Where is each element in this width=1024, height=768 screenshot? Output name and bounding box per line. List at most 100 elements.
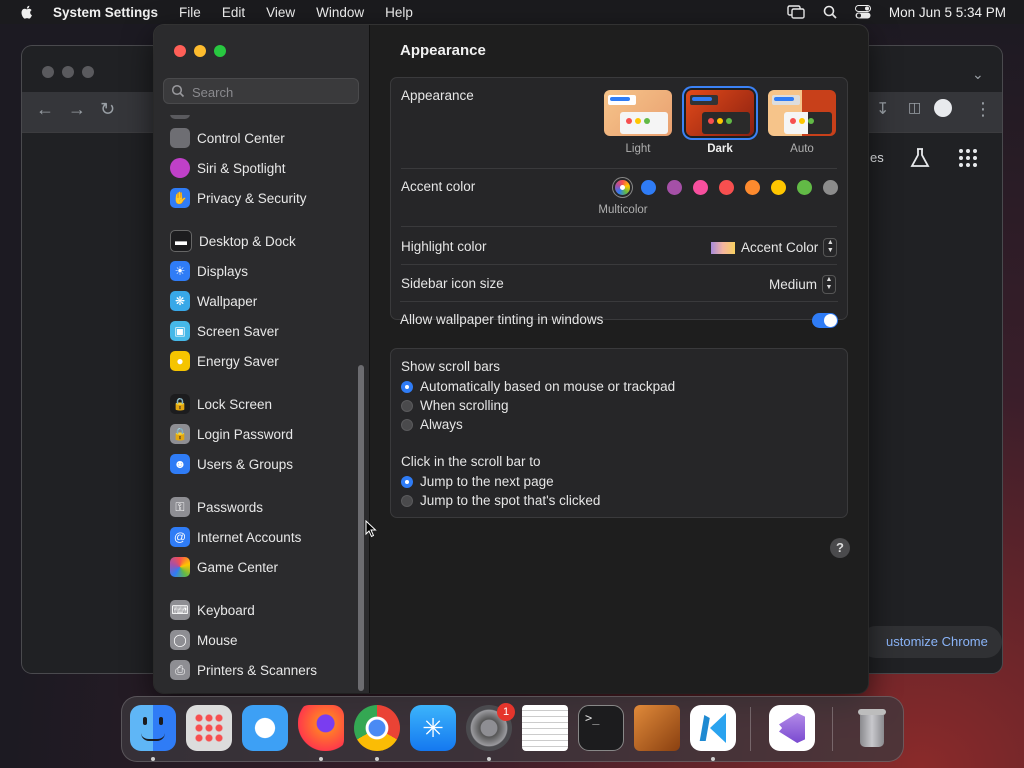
click-spot-radio[interactable]: Jump to the spot that's clicked xyxy=(401,493,600,508)
dock-app-store[interactable]: ✳ xyxy=(410,705,456,751)
appearance-dark-label: Dark xyxy=(707,143,733,155)
wallpaper-tinting-label: Allow wallpaper tinting in windows xyxy=(400,312,604,327)
menu-edit[interactable]: Edit xyxy=(222,5,245,20)
sidebar-item-mouse[interactable]: ◯ Mouse xyxy=(170,628,238,652)
chrome-zoom-button[interactable] xyxy=(82,66,94,78)
sidebar-item-label: Users & Groups xyxy=(197,456,294,472)
accent-red-swatch[interactable] xyxy=(719,180,734,195)
scroll-auto-radio[interactable]: Automatically based on mouse or trackpad xyxy=(401,379,675,394)
chrome-close-button[interactable] xyxy=(42,66,54,78)
dock-terminal[interactable]: >_ xyxy=(578,705,624,751)
app-store-icon: ✳ xyxy=(422,713,444,743)
sidebar-item-screen-saver[interactable]: ▣ Screen Saver xyxy=(170,319,279,343)
radio-label: Jump to the spot that's clicked xyxy=(420,493,601,508)
dock-textedit[interactable] xyxy=(522,705,568,751)
menu-view[interactable]: View xyxy=(266,5,295,20)
shortcut-label-partial: es xyxy=(870,150,884,165)
sidebar-item-desktop-dock[interactable]: ▬ Desktop & Dock xyxy=(170,229,296,253)
more-options-icon[interactable]: ⋮ xyxy=(974,99,992,120)
dock-visual-studio[interactable] xyxy=(769,705,815,751)
minimize-button[interactable] xyxy=(194,45,206,57)
sidebar-item-privacy-security[interactable]: ✋ Privacy & Security xyxy=(170,186,307,210)
appearance-light-option[interactable] xyxy=(604,90,672,136)
scroll-when-scrolling-radio[interactable]: When scrolling xyxy=(401,398,509,413)
profile-avatar-icon[interactable] xyxy=(934,99,952,117)
search-input[interactable] xyxy=(190,82,354,102)
dock-safari[interactable] xyxy=(242,705,288,751)
sidebar-item-displays[interactable]: ☀ Displays xyxy=(170,259,248,283)
highlight-color-popup[interactable]: Accent Color ▲ ▼ xyxy=(711,238,838,257)
screen-mirroring-icon[interactable] xyxy=(787,5,805,19)
radio-button xyxy=(401,380,413,393)
labs-flask-icon[interactable] xyxy=(909,147,931,169)
appearance-label: Appearance xyxy=(401,88,474,103)
siri-icon xyxy=(170,158,190,178)
sidebar-item-control-center[interactable]: Control Center xyxy=(170,126,285,150)
sidebar-item-keyboard[interactable]: ⌨ Keyboard xyxy=(170,598,255,622)
sidebar-item-game-center[interactable]: Game Center xyxy=(170,555,278,579)
accent-orange-swatch[interactable] xyxy=(745,180,760,195)
sidebar-item-label: Desktop & Dock xyxy=(199,233,296,249)
download-icon[interactable]: ↧ xyxy=(876,99,889,119)
control-center-icon[interactable] xyxy=(854,5,871,19)
system-settings-window: Control Center Siri & Spotlight ✋ Privacy… xyxy=(154,25,868,693)
sidebar-item-siri-spotlight[interactable]: Siri & Spotlight xyxy=(170,156,286,180)
sidebar-icon-size-popup[interactable]: Medium ▲ ▼ xyxy=(769,275,837,294)
customize-chrome-button[interactable]: ustomize Chrome xyxy=(860,626,1002,658)
close-button[interactable] xyxy=(174,45,186,57)
zoom-button[interactable] xyxy=(214,45,226,57)
accent-blue-swatch[interactable] xyxy=(641,180,656,195)
scroll-always-radio[interactable]: Always xyxy=(401,417,463,432)
game-center-icon xyxy=(170,557,190,577)
sidebar-item-users-groups[interactable]: ☻ Users & Groups xyxy=(170,452,293,476)
appearance-dark-option[interactable] xyxy=(686,90,754,136)
accent-multicolor-swatch[interactable] xyxy=(615,180,630,195)
side-panel-icon[interactable]: ◫ xyxy=(908,99,921,116)
menu-app-name[interactable]: System Settings xyxy=(53,5,158,20)
sidebar-item-printers-scanners[interactable]: ⎙ Printers & Scanners xyxy=(170,658,317,682)
appearance-auto-option[interactable] xyxy=(768,90,836,136)
click-next-page-radio[interactable]: Jump to the next page xyxy=(401,474,554,489)
chevron-down-icon[interactable]: ⌄ xyxy=(972,66,984,83)
reload-icon[interactable]: ↻ xyxy=(100,99,115,120)
help-button[interactable]: ? xyxy=(830,538,850,558)
menu-window[interactable]: Window xyxy=(316,5,364,20)
accent-green-swatch[interactable] xyxy=(797,180,812,195)
sidebar-item-lock-screen[interactable]: 🔒 Lock Screen xyxy=(170,392,272,416)
spotlight-search-icon[interactable] xyxy=(823,5,837,19)
chrome-minimize-button[interactable] xyxy=(62,66,74,78)
dock-launchpad[interactable] xyxy=(186,705,232,751)
sidebar-item-wallpaper[interactable]: ❋ Wallpaper xyxy=(170,289,257,313)
apple-icon[interactable] xyxy=(19,4,35,20)
radio-button xyxy=(401,418,413,431)
divider xyxy=(401,264,837,265)
dock-chrome[interactable] xyxy=(354,705,400,751)
menu-bar: System Settings File Edit View Window He… xyxy=(0,0,1024,24)
back-arrow-icon[interactable]: ← xyxy=(36,99,54,120)
flower-icon: ❋ xyxy=(170,291,190,311)
accent-pink-swatch[interactable] xyxy=(693,180,708,195)
highlight-color-value: Accent Color xyxy=(741,240,819,255)
dock-finder[interactable] xyxy=(130,705,176,751)
dock-firefox[interactable] xyxy=(298,705,344,751)
sidebar-item-login-password[interactable]: 🔒 Login Password xyxy=(170,422,293,446)
accent-purple-swatch[interactable] xyxy=(667,180,682,195)
menubar-clock[interactable]: Mon Jun 5 5:34 PM xyxy=(889,5,1006,20)
forward-arrow-icon[interactable]: → xyxy=(68,99,86,120)
sidebar-item-energy-saver[interactable]: ● Energy Saver xyxy=(170,349,279,373)
dock-vscode[interactable] xyxy=(690,705,736,751)
dock-garageband[interactable] xyxy=(634,705,680,751)
menu-help[interactable]: Help xyxy=(385,5,413,20)
sidebar-item-passwords[interactable]: ⚿ Passwords xyxy=(170,495,263,519)
accent-yellow-swatch[interactable] xyxy=(771,180,786,195)
running-indicator xyxy=(487,757,491,761)
sidebar-item-label: Passwords xyxy=(197,499,264,515)
menu-file[interactable]: File xyxy=(179,5,201,20)
wallpaper-tinting-toggle[interactable] xyxy=(812,313,838,328)
apps-grid-icon[interactable] xyxy=(958,148,978,168)
dock-trash[interactable] xyxy=(849,705,895,751)
sidebar-item-internet-accounts[interactable]: @ Internet Accounts xyxy=(170,525,301,549)
sidebar-scrollbar[interactable] xyxy=(358,365,364,691)
accent-graphite-swatch[interactable] xyxy=(823,180,838,195)
sidebar-search[interactable] xyxy=(163,78,359,104)
